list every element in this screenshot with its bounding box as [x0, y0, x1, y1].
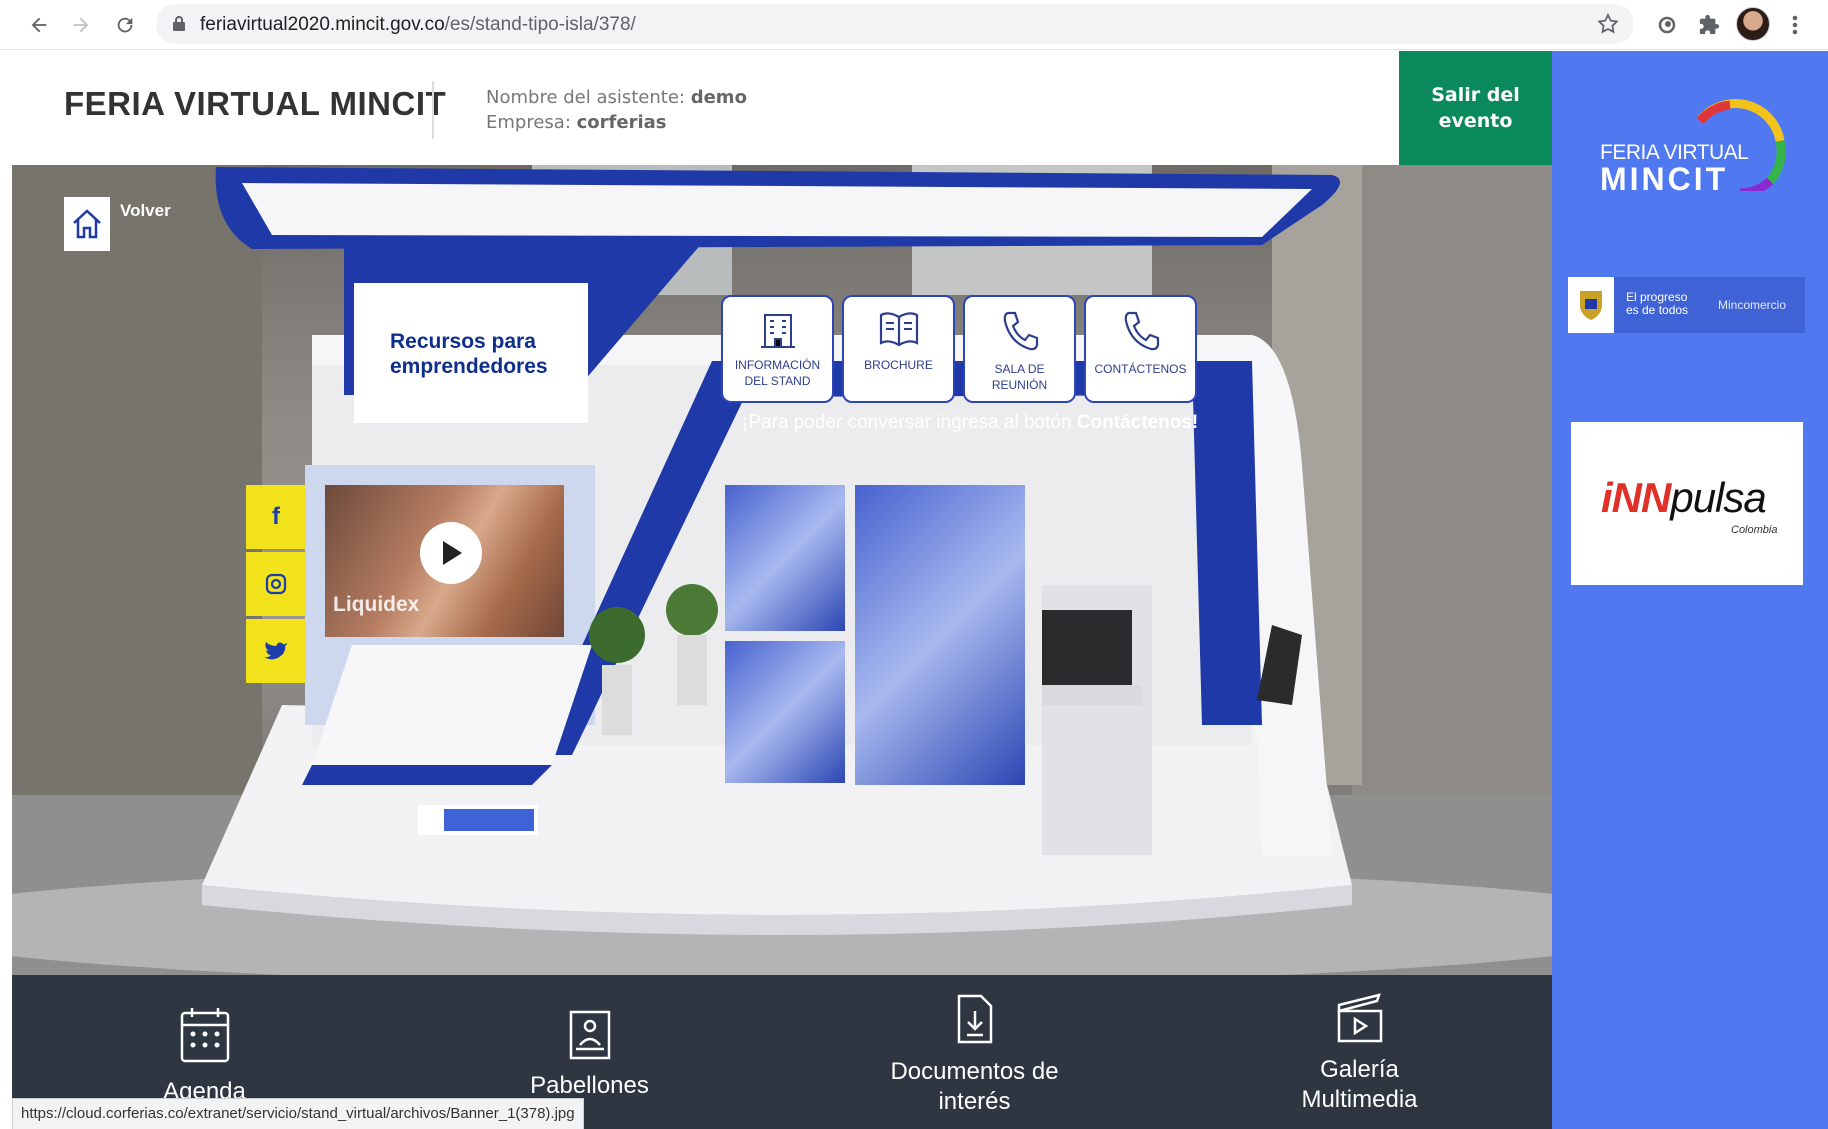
- sponsor-sidebar: FERIA VIRTUAL MINCIT El progreso es de to…: [1552, 51, 1828, 1129]
- site-header: FERIA VIRTUAL MINCIT Nombre del asistent…: [12, 51, 1398, 165]
- brochure-button[interactable]: BROCHURE: [842, 295, 955, 403]
- innpulsa-inn: iNN: [1601, 474, 1671, 521]
- social-links: f: [246, 485, 306, 686]
- innpulsa-pulsa: pulsa: [1670, 474, 1766, 521]
- lock-icon[interactable]: [172, 15, 186, 36]
- building-icon: [760, 314, 795, 348]
- exit-label-line1: Salir del: [1431, 84, 1520, 106]
- document-download-icon: [957, 994, 992, 1044]
- twitter-icon[interactable]: [246, 619, 306, 683]
- facebook-icon[interactable]: f: [246, 485, 306, 549]
- extension-circle-icon[interactable]: [1650, 8, 1684, 42]
- phone-icon: [1003, 311, 1038, 351]
- contact-us-button[interactable]: CONTÁCTENOS: [1084, 295, 1197, 403]
- nav-galeria-label: Galería Multimedia: [1301, 1056, 1418, 1113]
- address-bar[interactable]: feriavirtual2020.mincit.gov.co/es/stand-…: [156, 4, 1634, 44]
- exit-label-line2: evento: [1438, 110, 1513, 132]
- stand-photo-2[interactable]: [725, 641, 845, 783]
- site-title: FERIA VIRTUAL MINCIT: [64, 85, 447, 122]
- innpulsa-logo[interactable]: iNNpulsa Colombia: [1571, 422, 1803, 585]
- stand-scene: Volver Recursos para emprendedores INFORM…: [12, 165, 1552, 975]
- info-stand-button[interactable]: INFORMACIÓN DEL STAND: [721, 295, 834, 403]
- stand-title-panel: Recursos para emprendedores: [354, 283, 588, 423]
- attendee-info: Nombre del asistente: demo Empresa: corf…: [486, 85, 747, 135]
- attendee-label: Nombre del asistente:: [486, 87, 685, 108]
- open-book-icon: [879, 312, 918, 347]
- company-name: corferias: [576, 112, 667, 133]
- contact-us-label: CONTÁCTENOS: [1094, 362, 1187, 376]
- contact-banner-bold: Contáctenos!: [1076, 412, 1199, 433]
- contact-banner: ¡Para poder conversar ingresa al botón C…: [742, 412, 1198, 434]
- header-divider: [432, 81, 434, 139]
- stand-photo-1[interactable]: [725, 485, 845, 631]
- back-link[interactable]: Volver: [64, 197, 171, 251]
- more-menu-icon[interactable]: [1778, 8, 1812, 42]
- meeting-room-button[interactable]: SALA DE REUNIÓN: [963, 295, 1076, 403]
- home-icon[interactable]: [64, 197, 110, 251]
- pavilion-icon: [569, 1010, 610, 1060]
- innpulsa-country: Colombia: [1731, 524, 1778, 536]
- extensions-puzzle-icon[interactable]: [1692, 8, 1726, 42]
- feria-virtual-logo: FERIA VIRTUAL MINCIT: [1600, 81, 1790, 197]
- calendar-icon: [180, 1008, 229, 1063]
- page-root: feriavirtual2020.mincit.gov.co/es/stand-…: [0, 0, 1828, 1129]
- meeting-room-label2: REUNIÓN: [991, 378, 1048, 392]
- link-status-bubble: https://cloud.corferias.co/extranet/serv…: [12, 1098, 584, 1129]
- exit-event-button[interactable]: Salir del evento: [1399, 51, 1552, 165]
- instagram-icon[interactable]: [246, 552, 306, 616]
- browser-toolbar: feriavirtual2020.mincit.gov.co/es/stand-…: [0, 0, 1828, 50]
- gov-slogan: El progreso es de todos: [1626, 290, 1689, 317]
- gov-ministry: Mincomercio: [1718, 298, 1787, 312]
- profile-avatar[interactable]: [1736, 7, 1770, 41]
- reload-icon[interactable]: [108, 8, 142, 42]
- bookmark-star-icon[interactable]: [1596, 12, 1620, 40]
- nav-documentos[interactable]: Documentos de interés: [782, 975, 1167, 1129]
- colombia-shield-icon: [1568, 277, 1614, 333]
- company-label: Empresa:: [486, 112, 571, 133]
- desk-gov-logo: [418, 805, 538, 835]
- play-icon[interactable]: [420, 522, 482, 584]
- nav-documentos-label: Documentos de interés: [890, 1058, 1059, 1115]
- url-text[interactable]: feriavirtual2020.mincit.gov.co/es/stand-…: [200, 14, 636, 36]
- phone-icon: [1124, 311, 1159, 351]
- stand-photo-3[interactable]: [855, 485, 1025, 785]
- attendee-name: demo: [690, 87, 747, 108]
- video-label: Liquidex: [333, 593, 420, 616]
- clapperboard-icon: [1337, 993, 1382, 1043]
- info-stand-label1: INFORMACIÓN: [734, 358, 821, 372]
- nav-galeria[interactable]: Galería Multimedia: [1167, 975, 1552, 1129]
- fv-logo-line2: MINCIT: [1600, 161, 1729, 197]
- back-arrow-icon[interactable]: [22, 8, 56, 42]
- info-stand-label2: DEL STAND: [744, 374, 811, 388]
- stand-actions: INFORMACIÓN DEL STAND BROCHURE SALA DE REU…: [721, 295, 1197, 403]
- stand-video[interactable]: Liquidex: [325, 485, 564, 637]
- meeting-room-label1: SALA DE: [994, 362, 1045, 376]
- nav-pabellones-label: Pabellones: [530, 1072, 649, 1099]
- stand-title: Recursos para emprendedores: [390, 330, 548, 378]
- back-label[interactable]: Volver: [120, 201, 171, 221]
- brochure-label: BROCHURE: [864, 358, 933, 372]
- gov-badge: El progreso es de todos Mincomercio: [1568, 277, 1805, 333]
- forward-arrow-icon[interactable]: [64, 8, 98, 42]
- contact-banner-text: ¡Para poder conversar ingresa al botón: [742, 412, 1077, 433]
